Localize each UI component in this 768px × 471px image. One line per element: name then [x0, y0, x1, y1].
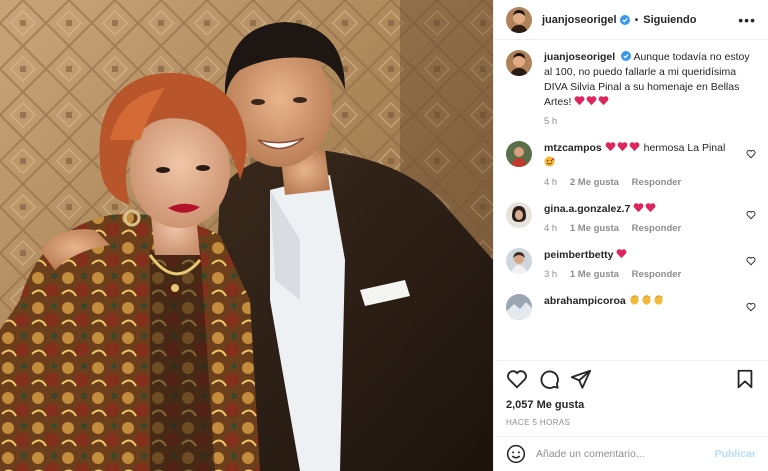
comment-username[interactable]: mtzcampos [544, 142, 602, 154]
post-panel: juanjoseorigel • Siguiendo ••• juanjoseo… [493, 0, 768, 471]
header-username[interactable]: juanjoseorigel [542, 14, 617, 26]
comment-time: 4 h [544, 223, 558, 234]
avatar-image [506, 50, 532, 76]
caption: juanjoseorigel Aunque todavía no estoy a… [506, 50, 756, 127]
comments-list[interactable]: juanjoseorigel Aunque todavía no estoy a… [494, 40, 768, 360]
comment-likes[interactable]: 1 Me gusta [570, 223, 619, 234]
avatar[interactable] [506, 248, 532, 274]
avatar-image [506, 294, 532, 320]
comment-username[interactable]: gina.a.gonzalez.7 [544, 203, 630, 215]
verified-badge-icon [619, 14, 630, 25]
comment-like-icon[interactable] [746, 149, 756, 159]
heart-emoji-icon [605, 142, 616, 152]
avatar[interactable] [506, 141, 532, 167]
post-header: juanjoseorigel • Siguiendo ••• [494, 0, 768, 40]
add-comment-bar: Publicar [494, 436, 768, 471]
comment-item: mtzcampos hermosa La Pinal 4 h 2 Me gust… [506, 141, 756, 188]
comment-item: peimbertbetty 3 h 1 Me gusta Responder [506, 248, 756, 280]
comment-username[interactable]: abrahampicoroa [544, 295, 626, 307]
heart-emoji-icon [617, 142, 628, 152]
comment-time: 4 h [544, 177, 558, 188]
comment-item: abrahampicoroa [506, 294, 756, 320]
comment-like-icon[interactable] [746, 256, 756, 266]
caption-text: juanjoseorigel Aunque todavía no estoy a… [544, 50, 756, 110]
verified-badge-icon [621, 51, 632, 61]
comment-input[interactable] [536, 448, 707, 460]
more-options-icon[interactable]: ••• [738, 12, 756, 28]
avatar-image [506, 248, 532, 274]
comment-like-icon[interactable] [746, 302, 756, 312]
comment-like-icon[interactable] [746, 210, 756, 220]
avatar-image [506, 202, 532, 228]
likes-count[interactable]: 2,057 Me gusta [494, 396, 768, 414]
comment-likes[interactable]: 1 Me gusta [570, 269, 619, 280]
publish-button[interactable]: Publicar [715, 448, 756, 460]
avatar[interactable] [506, 50, 532, 76]
emoji-icon[interactable] [506, 444, 526, 464]
reply-button[interactable]: Responder [632, 177, 682, 188]
heart-emoji-icon [633, 203, 644, 213]
post-timestamp: HACE 5 HORAS [506, 418, 571, 427]
post-photo[interactable] [0, 0, 493, 471]
heart-emoji-icon [574, 96, 585, 106]
avatar-image [506, 6, 532, 33]
paper-plane-icon[interactable] [570, 368, 592, 390]
comment-time: 3 h [544, 269, 558, 280]
heart-emoji-icon [616, 249, 627, 259]
reply-button[interactable]: Responder [632, 223, 682, 234]
comment-icon[interactable] [538, 368, 560, 390]
bookmark-icon[interactable] [734, 368, 756, 390]
heart-emoji-icon [598, 96, 609, 106]
heart-emoji-icon [586, 96, 597, 106]
smiling-face-with-hearts-icon [544, 156, 555, 167]
caption-username[interactable]: juanjoseorigel [544, 51, 615, 63]
avatar[interactable] [506, 202, 532, 228]
heart-outline-icon[interactable] [506, 368, 528, 390]
following-button[interactable]: Siguiendo [643, 14, 696, 26]
post-modal: juanjoseorigel • Siguiendo ••• juanjoseo… [0, 0, 768, 471]
post-image [0, 0, 493, 471]
comment-item: gina.a.gonzalez.7 4 h 1 Me gusta Respond… [506, 202, 756, 234]
heart-emoji-icon [629, 142, 640, 152]
post-actions [494, 360, 768, 396]
avatar-image [506, 141, 532, 167]
clapping-hands-icon [654, 294, 663, 305]
caption-time: 5 h [544, 116, 558, 127]
clapping-hands-icon [630, 294, 639, 305]
clapping-hands-icon [642, 294, 651, 305]
separator-dot: • [634, 13, 639, 26]
comment-text: hermosa La Pinal [643, 142, 726, 154]
avatar[interactable] [506, 6, 532, 33]
reply-button[interactable]: Responder [632, 269, 682, 280]
heart-emoji-icon [645, 203, 656, 213]
comment-likes[interactable]: 2 Me gusta [570, 177, 619, 188]
avatar[interactable] [506, 294, 532, 320]
comment-username[interactable]: peimbertbetty [544, 249, 613, 261]
